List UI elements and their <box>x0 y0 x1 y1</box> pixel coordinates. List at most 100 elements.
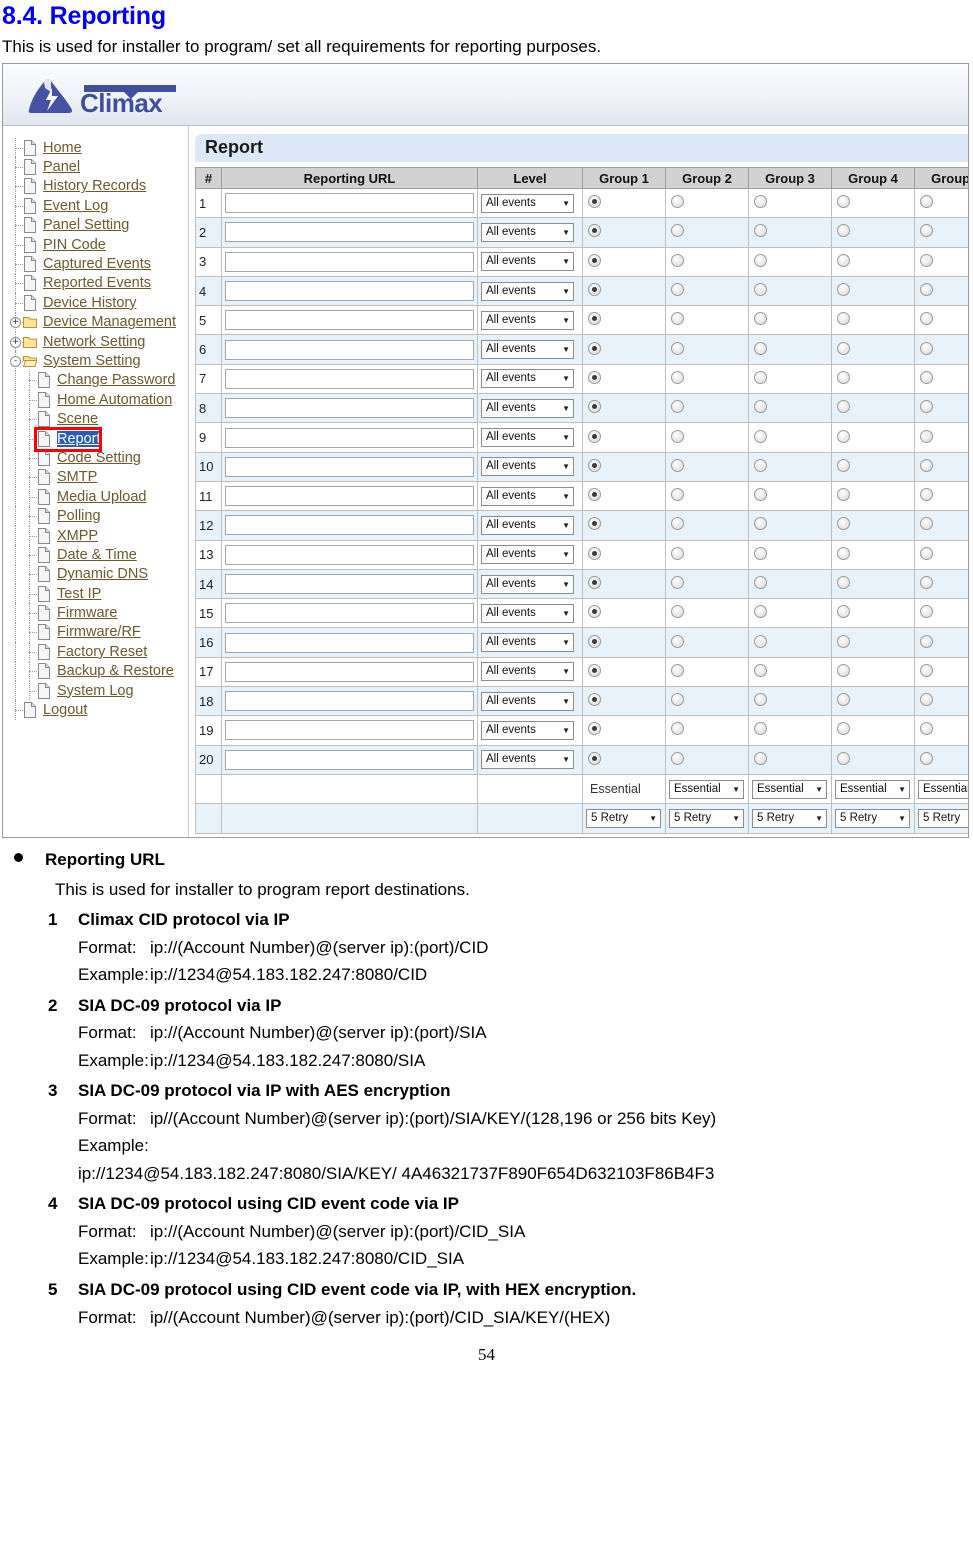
group-2-radio[interactable] <box>671 546 684 560</box>
reporting-url-input[interactable] <box>225 339 474 360</box>
group-3-radio[interactable] <box>754 722 767 736</box>
group-3-radio[interactable] <box>754 195 767 209</box>
sidebar-item-history-records[interactable]: History Records <box>9 176 188 197</box>
group-4-radio[interactable] <box>837 224 850 238</box>
group-1-radio[interactable] <box>588 634 601 648</box>
sidebar-item-dynamic-dns[interactable]: Dynamic DNS <box>9 564 188 584</box>
reporting-url-input[interactable] <box>225 603 474 624</box>
group-3-radio[interactable] <box>754 253 767 267</box>
sidebar-item-factory-reset[interactable]: Factory Reset <box>9 642 188 662</box>
group-1-radio[interactable] <box>588 576 601 589</box>
group-4-radio[interactable] <box>837 605 850 619</box>
group-4-radio[interactable] <box>837 253 850 267</box>
group-2-radio[interactable] <box>671 429 684 443</box>
level-select[interactable]: All events ▼ <box>481 574 574 594</box>
reporting-url-input[interactable] <box>225 222 474 243</box>
group-5-radio[interactable] <box>920 341 933 355</box>
group-2-radio[interactable] <box>671 517 684 531</box>
reporting-url-input[interactable] <box>225 398 474 419</box>
group-2-radio[interactable] <box>671 634 684 648</box>
group-3-radio[interactable] <box>754 546 767 560</box>
group-1-retry-select[interactable]: 5 Retry ▼ <box>586 808 661 828</box>
group-2-retry-select[interactable]: 5 Retry ▼ <box>669 808 744 828</box>
group-5-radio[interactable] <box>920 546 933 560</box>
group-3-radio[interactable] <box>754 663 767 677</box>
group-2-radio[interactable] <box>671 751 684 765</box>
sidebar-item-media-upload[interactable]: Media Upload <box>9 487 188 507</box>
tree-expander-minus-icon[interactable]: - <box>10 355 21 367</box>
group-1-radio[interactable] <box>588 488 601 502</box>
group-5-radio[interactable] <box>920 488 933 502</box>
reporting-url-input[interactable] <box>225 749 474 770</box>
group-1-radio[interactable] <box>588 693 601 707</box>
sidebar-item-scene[interactable]: Scene <box>9 409 188 429</box>
group-4-radio[interactable] <box>837 195 850 209</box>
group-5-radio[interactable] <box>920 253 933 267</box>
sidebar-item-device-management[interactable]: + Device Management <box>9 312 188 332</box>
group-2-radio[interactable] <box>671 663 684 677</box>
reporting-url-input[interactable] <box>225 310 474 331</box>
level-select[interactable]: All events ▼ <box>481 633 574 653</box>
group-2-radio[interactable] <box>671 370 684 384</box>
reporting-url-input[interactable] <box>225 544 474 565</box>
tree-expander-plus-icon[interactable]: + <box>10 336 21 348</box>
group-2-radio[interactable] <box>671 341 684 355</box>
sidebar-item-change-password[interactable]: Change Password <box>9 370 188 391</box>
level-select[interactable]: All events ▼ <box>481 457 574 477</box>
group-4-radio[interactable] <box>837 517 850 531</box>
group-5-radio[interactable] <box>920 605 933 619</box>
group-4-radio[interactable] <box>837 576 850 589</box>
group-3-radio[interactable] <box>754 576 767 589</box>
group-5-radio[interactable] <box>920 283 933 297</box>
group-2-radio[interactable] <box>671 195 684 209</box>
group-5-radio[interactable] <box>920 400 933 414</box>
group-1-radio[interactable] <box>588 546 601 560</box>
group-1-radio[interactable] <box>588 458 601 472</box>
sidebar-item-smtp[interactable]: SMTP <box>9 467 188 488</box>
group-3-radio[interactable] <box>754 488 767 502</box>
reporting-url-input[interactable] <box>225 456 474 477</box>
level-select[interactable]: All events ▼ <box>481 662 574 682</box>
sidebar-item-home-automation[interactable]: Home Automation <box>9 390 188 410</box>
group-5-radio[interactable] <box>920 224 933 238</box>
group-4-radio[interactable] <box>837 634 850 648</box>
group-1-radio[interactable] <box>588 722 601 736</box>
group-5-radio[interactable] <box>920 634 933 648</box>
sidebar-item-backup-restore[interactable]: Backup & Restore <box>9 661 188 681</box>
group-2-radio[interactable] <box>671 722 684 736</box>
group-3-radio[interactable] <box>754 341 767 355</box>
group-4-radio[interactable] <box>837 722 850 736</box>
sidebar-item-home[interactable]: Home <box>9 138 188 158</box>
level-select[interactable]: All events ▼ <box>481 428 574 448</box>
group-2-radio[interactable] <box>671 400 684 414</box>
reporting-url-input[interactable] <box>225 661 474 682</box>
sidebar-item-polling[interactable]: Polling <box>9 506 188 526</box>
reporting-url-input[interactable] <box>225 720 474 741</box>
sidebar-item-logout[interactable]: Logout <box>9 700 188 720</box>
group-1-radio[interactable] <box>588 663 601 677</box>
sidebar-item-captured-events[interactable]: Captured Events <box>9 254 188 274</box>
group-3-radio[interactable] <box>754 312 767 326</box>
group-3-radio[interactable] <box>754 517 767 531</box>
group-3-radio[interactable] <box>754 458 767 472</box>
group-5-radio[interactable] <box>920 312 933 326</box>
group-5-radio[interactable] <box>920 429 933 443</box>
group-1-radio[interactable] <box>588 312 601 326</box>
group-4-radio[interactable] <box>837 429 850 443</box>
group-4-radio[interactable] <box>837 488 850 502</box>
group-3-radio[interactable] <box>754 429 767 443</box>
reporting-url-input[interactable] <box>225 427 474 448</box>
group-1-radio[interactable] <box>588 429 601 443</box>
reporting-url-input[interactable] <box>225 251 474 272</box>
group-4-radio[interactable] <box>837 663 850 677</box>
reporting-url-input[interactable] <box>225 486 474 507</box>
sidebar-item-system-setting[interactable]: - System Setting <box>9 351 188 371</box>
group-2-radio[interactable] <box>671 605 684 619</box>
sidebar-item-firmware[interactable]: Firmware <box>9 603 188 623</box>
group-2-radio[interactable] <box>671 283 684 297</box>
sidebar-item-network-setting[interactable]: + Network Setting <box>9 331 188 352</box>
group-2-radio[interactable] <box>671 488 684 502</box>
group-2-radio[interactable] <box>671 458 684 472</box>
level-select[interactable]: All events ▼ <box>481 252 574 272</box>
level-select[interactable]: All events ▼ <box>481 281 574 301</box>
